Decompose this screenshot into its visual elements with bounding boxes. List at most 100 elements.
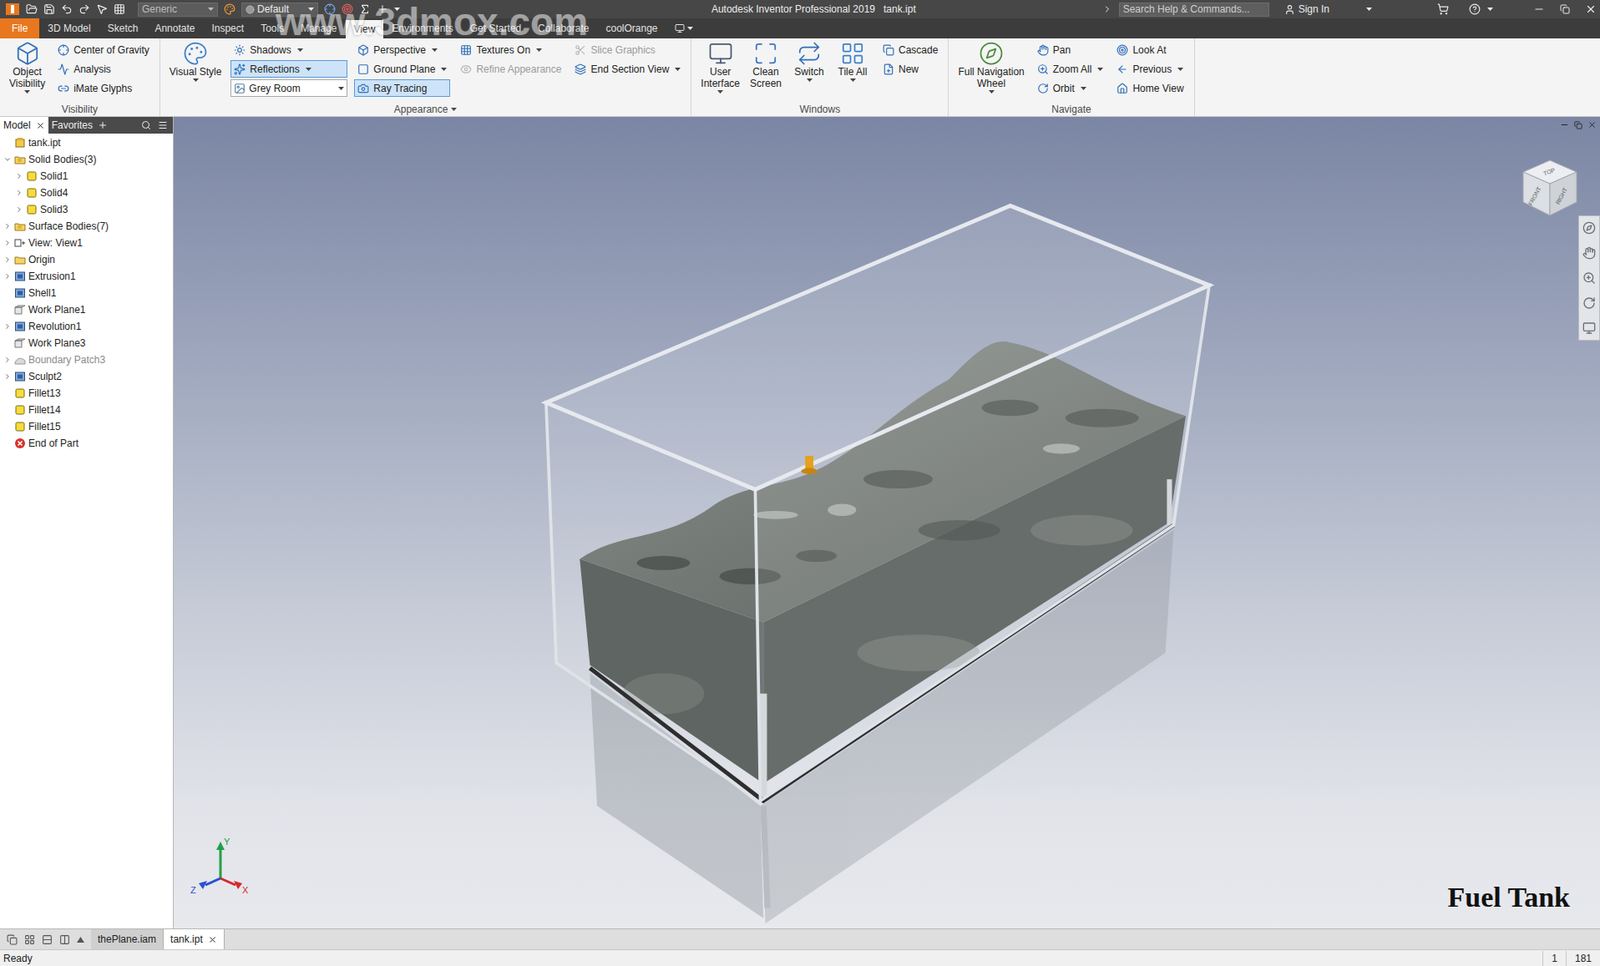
tree-item[interactable]: Boundary Patch3	[0, 351, 173, 369]
small-button[interactable]: Ray Tracing	[354, 79, 451, 97]
add-icon[interactable]	[376, 3, 389, 16]
menu-up-icon[interactable]	[76, 936, 85, 943]
cascade-icon[interactable]	[6, 934, 18, 946]
expand-icon[interactable]	[1102, 4, 1113, 15]
small-button[interactable]: Pan	[1033, 40, 1108, 59]
viewport-minimize-icon[interactable]	[1559, 120, 1570, 130]
sign-in-button[interactable]: Sign In	[1284, 1, 1373, 17]
orbit-icon[interactable]	[1582, 296, 1596, 310]
ribbon-tab[interactable]: Environments	[383, 18, 461, 39]
tree-item[interactable]: Surface Bodies(7)	[0, 217, 173, 235]
save-icon[interactable]	[43, 3, 56, 16]
minimize-icon[interactable]	[1533, 3, 1545, 16]
collapsed-icon[interactable]	[15, 205, 24, 214]
small-button[interactable]: Orbit	[1033, 79, 1108, 97]
small-button[interactable]: Ground Plane	[354, 60, 451, 78]
close-icon[interactable]	[1584, 3, 1597, 16]
help-icon[interactable]	[1468, 3, 1481, 16]
small-button[interactable]: Refine Appearance	[456, 60, 565, 78]
small-button[interactable]: Look At	[1113, 40, 1187, 59]
tree-item[interactable]: Sculpt2	[0, 368, 173, 385]
small-button[interactable]: Reflections	[230, 60, 348, 78]
ribbon-tab[interactable]: Inspect	[202, 18, 253, 39]
ribbon-tab[interactable]: 3D Model	[39, 18, 99, 39]
browser-tab[interactable]: Model	[0, 116, 49, 134]
close-document-icon[interactable]	[207, 935, 218, 945]
graphics-viewport[interactable]: TOPFRONTRIGHTYXZFuel Tank	[173, 116, 1600, 929]
environment-select[interactable]: Grey Room	[230, 79, 348, 97]
tree-item[interactable]: Work Plane3	[0, 334, 173, 352]
expanded-icon[interactable]	[3, 155, 12, 164]
tree-item[interactable]: View: View1	[0, 234, 173, 252]
tree-item[interactable]: Fillet13	[0, 384, 173, 402]
small-button[interactable]: New	[879, 60, 942, 78]
fuel-tank-model[interactable]	[173, 116, 1600, 929]
tree-item[interactable]: End of Part	[0, 435, 173, 452]
adjust-icon[interactable]	[324, 3, 336, 16]
close-tab-icon[interactable]	[35, 121, 46, 131]
undo-icon[interactable]	[60, 3, 73, 16]
vertical-icon[interactable]	[59, 934, 71, 946]
collapsed-icon[interactable]	[3, 322, 12, 331]
add-tab-icon[interactable]	[97, 120, 108, 131]
clear-icon[interactable]	[341, 3, 354, 16]
ribbon-tab[interactable]: coolOrange	[597, 18, 666, 39]
ribbon-tab[interactable]: Collaborate	[529, 18, 598, 39]
small-button[interactable]: Analysis	[54, 60, 153, 78]
tree-item[interactable]: Fillet14	[0, 401, 173, 419]
viewport-close-icon[interactable]	[1587, 120, 1597, 130]
ribbon-tab[interactable]: Get Started	[461, 18, 530, 39]
small-button[interactable]: Slice Graphics	[571, 40, 684, 59]
ribbon-tab[interactable]: Sketch	[99, 18, 147, 39]
small-button[interactable]: Cascade	[879, 40, 942, 59]
ribbon-tab[interactable]: Tools	[252, 18, 293, 39]
grid-icon[interactable]	[113, 3, 126, 16]
small-button[interactable]: Shadows	[230, 40, 348, 59]
large-button[interactable]: Full NavigationWheel	[955, 40, 1027, 94]
large-button[interactable]: UserInterface	[698, 40, 743, 94]
menu-icon[interactable]	[157, 120, 168, 131]
ribbon-tab[interactable]: Manage	[292, 18, 345, 39]
tree-item[interactable]: Fillet15	[0, 418, 173, 436]
ribbon-tab[interactable]: Annotate	[146, 18, 203, 39]
appearance-select[interactable]: Default	[241, 2, 319, 17]
large-button[interactable]: CleanScreen	[745, 40, 786, 90]
tile-icon[interactable]	[24, 934, 36, 946]
small-button[interactable]: Home View	[1113, 79, 1187, 97]
document-tab[interactable]: tank.ipt	[163, 929, 225, 950]
small-button[interactable]: Perspective	[354, 40, 451, 59]
cart-icon[interactable]	[1437, 3, 1449, 16]
tree-item[interactable]: Shell1	[0, 284, 173, 302]
small-button[interactable]: End Section View	[571, 60, 684, 78]
collapsed-icon[interactable]	[15, 172, 24, 181]
tree-item[interactable]: Work Plane1	[0, 301, 173, 319]
view-cube[interactable]: TOPFRONTRIGHT	[1516, 155, 1584, 223]
collapsed-icon[interactable]	[15, 188, 24, 198]
collapsed-icon[interactable]	[3, 272, 12, 281]
small-button[interactable]: Center of Gravity	[54, 40, 153, 59]
select-icon[interactable]	[96, 3, 108, 16]
wheel-icon[interactable]	[1582, 221, 1596, 235]
redo-icon[interactable]	[78, 3, 91, 16]
zoom-icon[interactable]	[1582, 271, 1596, 285]
ribbon-options[interactable]	[666, 18, 702, 39]
open-icon[interactable]	[25, 3, 38, 16]
tree-item[interactable]: Solid4	[0, 184, 173, 202]
tree-item[interactable]: Solid3	[0, 201, 173, 218]
parameters-icon[interactable]	[359, 3, 371, 16]
small-button[interactable]: iMate Glyphs	[54, 79, 153, 97]
material-select[interactable]: Generic	[137, 2, 218, 17]
viewport-restore-icon[interactable]	[1574, 121, 1583, 130]
tree-item[interactable]: tank.ipt	[0, 134, 173, 152]
tree-item[interactable]: Origin	[0, 251, 173, 269]
large-button[interactable]: ObjectVisibility	[6, 40, 48, 94]
help-search[interactable]: Search Help & Commands...	[1118, 2, 1270, 17]
tree-item[interactable]: Extrusion1	[0, 268, 173, 285]
tree-item[interactable]: Revolution1	[0, 318, 173, 335]
ribbon-tab[interactable]: File	[0, 18, 40, 39]
large-button[interactable]: Tile All	[832, 40, 873, 82]
large-button[interactable]: Visual Style	[167, 40, 224, 82]
browser-tab[interactable]: Favorites	[48, 116, 112, 134]
tree-item[interactable]: Solid1	[0, 167, 173, 185]
horizontal-icon[interactable]	[41, 934, 53, 946]
